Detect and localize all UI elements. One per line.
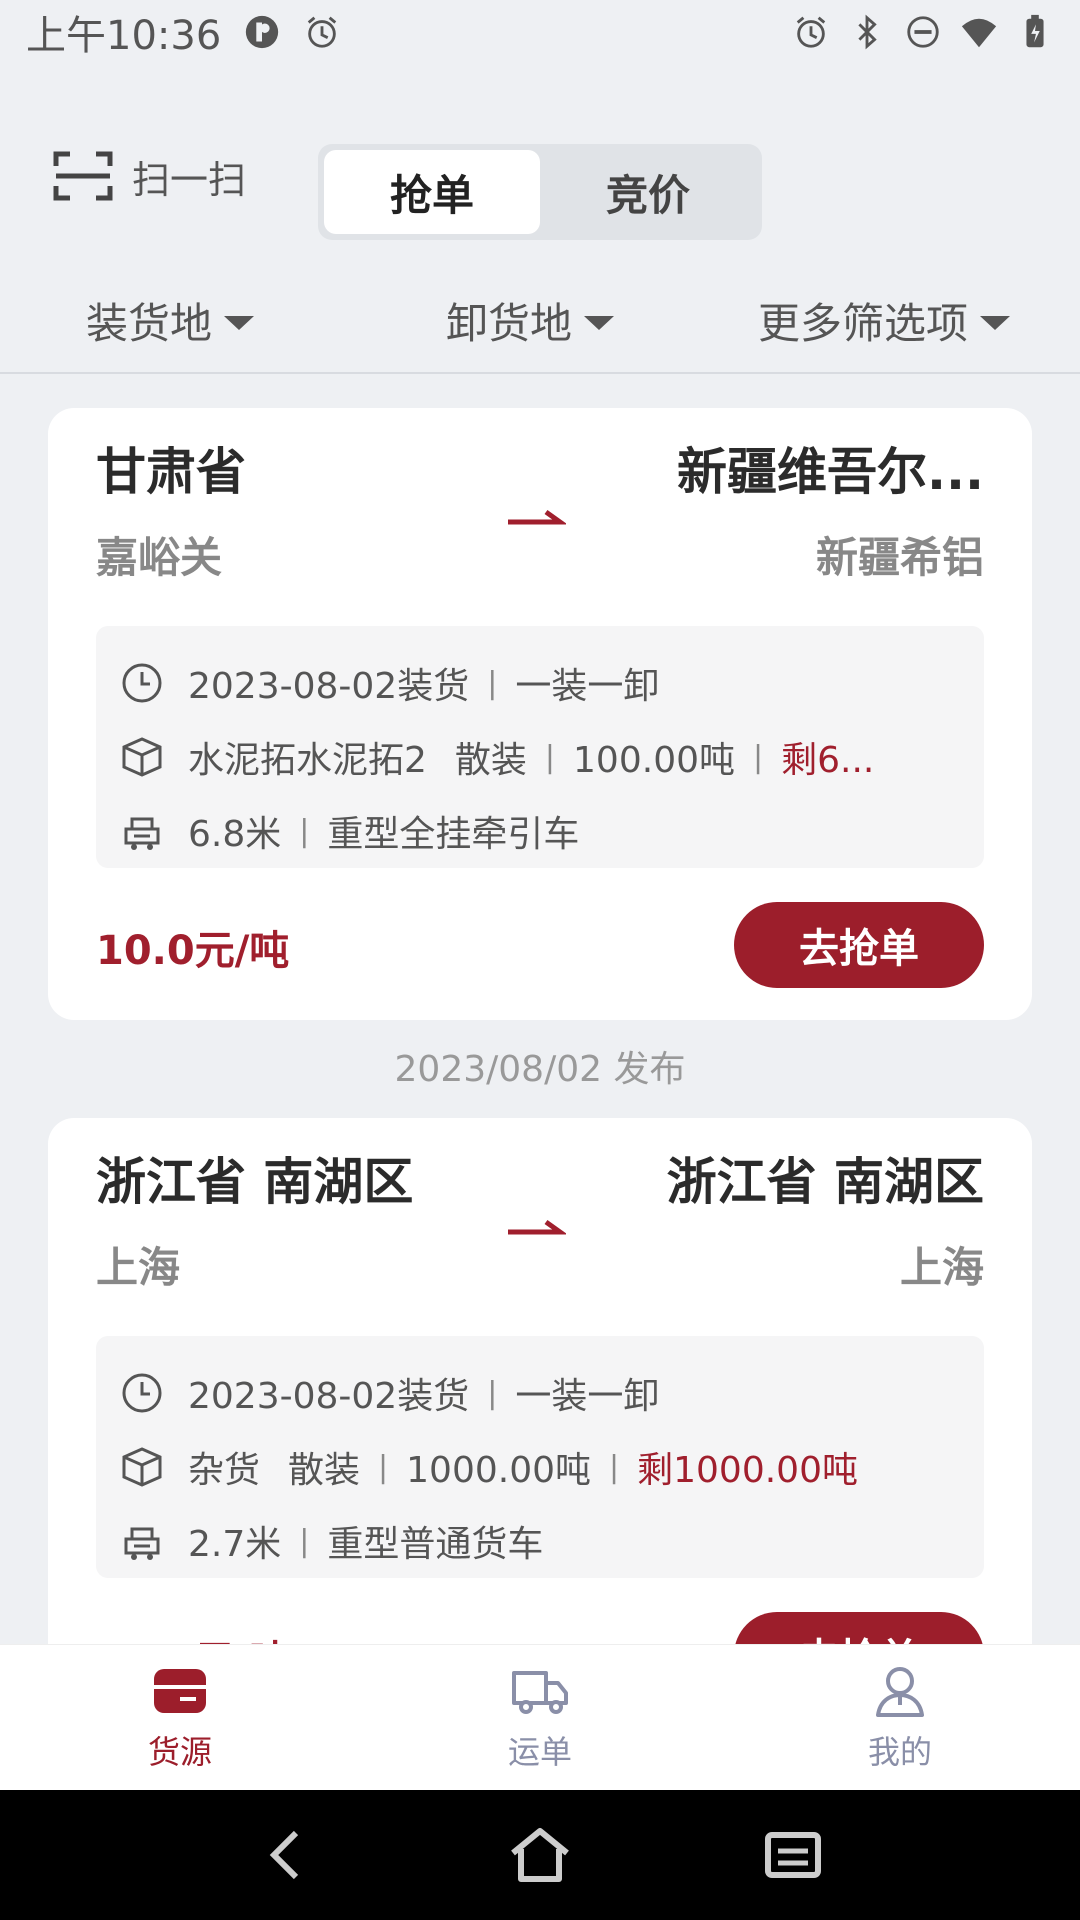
route-arrow-icon <box>508 1219 566 1235</box>
home-icon[interactable] <box>505 1825 575 1885</box>
origin-city: 嘉峪关 <box>96 533 223 582</box>
caret-down-icon <box>980 315 1011 330</box>
goods-row: 杂货 散装 | 1000.00吨 | 剩1000.00吨 <box>120 1430 960 1504</box>
caret-down-icon <box>584 315 615 330</box>
back-icon[interactable] <box>252 1825 322 1885</box>
user-icon <box>876 1666 924 1717</box>
order-details: 2023-08-02装货 | 一装一卸 水泥拓水泥拓2 散装 | 100.00吨… <box>96 626 984 868</box>
goods-row: 水泥拓水泥拓2 散装 | 100.00吨 | 剩6... <box>120 720 960 794</box>
package-icon <box>122 1447 162 1487</box>
scan-label: 扫一扫 <box>132 157 247 202</box>
destination-province: 浙江省 南湖区 <box>666 1153 984 1211</box>
package-icon <box>122 737 162 777</box>
truck-icon <box>512 1670 568 1714</box>
truck-type: 重型普通货车 <box>327 1524 544 1565</box>
tab-cargo-source[interactable]: 货源 <box>0 1645 360 1790</box>
grab-order-button[interactable]: 去抢单 <box>734 1612 984 1644</box>
origin-province: 浙江省 南湖区 <box>96 1153 414 1211</box>
filter-loading-place[interactable]: 装货地 <box>86 290 255 351</box>
remaining-weight: 剩6... <box>781 740 875 781</box>
bottom-tab-bar: 货源 运单 我的 <box>0 1644 1080 1790</box>
bluetooth-icon <box>858 14 877 50</box>
goods-weight: 1000.00吨 <box>406 1450 592 1491</box>
remaining-weight: 剩1000.00吨 <box>637 1450 858 1491</box>
clock-icon <box>122 1373 162 1413</box>
filter-unloading-place[interactable]: 卸货地 <box>446 290 615 351</box>
publish-date: 2023/08/02 发布 <box>394 1049 686 1090</box>
status-time: 上午10:36 <box>26 13 222 59</box>
packing-type: 散装 <box>288 1450 361 1491</box>
loading-time-row: 2023-08-02装货 | 一装一卸 <box>120 1356 960 1430</box>
route: 甘肃省 嘉峪关 新疆维吾尔... 新疆希铝 <box>96 432 984 582</box>
filter-label: 更多筛选项 <box>758 299 969 348</box>
origin: 浙江省 南湖区 上海 <box>96 1142 516 1295</box>
filter-label: 装货地 <box>86 299 213 348</box>
origin: 甘肃省 嘉峪关 <box>96 432 456 585</box>
vehicle-icon <box>124 1527 160 1560</box>
vehicle-icon <box>124 817 160 850</box>
route: 浙江省 南湖区 上海 浙江省 南湖区 上海 <box>96 1142 984 1292</box>
destination-city: 新疆希铝 <box>815 533 984 582</box>
freight-price: 10.0元/吨 <box>96 928 290 974</box>
load-mode: 一装一卸 <box>515 1376 660 1417</box>
recent-apps-icon[interactable] <box>758 1825 828 1885</box>
filter-label: 卸货地 <box>446 299 573 348</box>
wifi-icon <box>961 18 997 48</box>
app-notification-icon <box>246 15 279 49</box>
tab-label: 货源 <box>147 1732 212 1771</box>
goods-weight: 100.00吨 <box>573 740 735 781</box>
load-date: 2023-08-02装货 <box>188 1376 470 1417</box>
order-card[interactable]: 浙江省 南湖区 上海 浙江省 南湖区 上海 2023-08-02装货 | 一装一… <box>48 1118 1032 1644</box>
origin-city: 上海 <box>96 1243 181 1292</box>
goods-name: 杂货 <box>188 1450 261 1491</box>
scan-button[interactable]: 扫一扫 <box>52 148 246 204</box>
truck-type: 重型全挂牵引车 <box>327 814 580 855</box>
tab-grab-order[interactable]: 抢单 <box>324 150 540 234</box>
top-bar: 扫一扫 抢单 竞价 <box>0 140 1080 240</box>
tab-mine[interactable]: 我的 <box>720 1645 1080 1790</box>
truck-length: 6.8米 <box>188 814 282 855</box>
order-type-segment: 抢单 竞价 <box>318 144 762 240</box>
destination-province: 新疆维吾尔... <box>677 443 984 501</box>
filter-bar: 装货地 卸货地 更多筛选项 <box>0 280 1080 374</box>
goods-name: 水泥拓水泥拓2 <box>188 740 427 781</box>
filter-more-options[interactable]: 更多筛选项 <box>758 290 1011 351</box>
status-bar: 上午10:36 <box>0 0 1080 64</box>
vehicle-row: 2.7米 | 重型普通货车 <box>120 1504 960 1578</box>
order-card[interactable]: 甘肃省 嘉峪关 新疆维吾尔... 新疆希铝 2023-08-02装货 | 一装一… <box>48 408 1032 1020</box>
vehicle-row: 6.8米 | 重型全挂牵引车 <box>120 794 960 868</box>
load-mode: 一装一卸 <box>515 666 660 707</box>
grab-order-button[interactable]: 去抢单 <box>734 902 984 988</box>
caret-down-icon <box>224 315 255 330</box>
packing-type: 散装 <box>454 740 527 781</box>
load-date: 2023-08-02装货 <box>188 666 470 707</box>
route-arrow-icon <box>508 509 566 525</box>
scan-icon <box>53 151 113 201</box>
clock-icon <box>122 663 162 703</box>
do-not-disturb-icon <box>907 16 939 48</box>
alarm-icon <box>796 16 826 48</box>
order-details: 2023-08-02装货 | 一装一卸 杂货 散装 | 1000.00吨 | 剩… <box>96 1336 984 1578</box>
alarm-icon <box>308 16 337 48</box>
tab-label: 我的 <box>867 1732 932 1771</box>
cargo-source-icon <box>154 1668 206 1713</box>
tab-bidding[interactable]: 竞价 <box>540 150 756 234</box>
battery-icon <box>1026 14 1044 48</box>
order-list[interactable]: 甘肃省 嘉峪关 新疆维吾尔... 新疆希铝 2023-08-02装货 | 一装一… <box>0 376 1080 1644</box>
freight-price: 10.0元/吨 <box>96 1628 289 1644</box>
loading-time-row: 2023-08-02装货 | 一装一卸 <box>120 646 960 720</box>
destination: 浙江省 南湖区 上海 <box>624 1142 984 1295</box>
tab-waybill[interactable]: 运单 <box>360 1645 720 1790</box>
tab-label: 运单 <box>507 1732 572 1771</box>
truck-length: 2.7米 <box>188 1524 282 1565</box>
destination-city: 上海 <box>899 1243 984 1292</box>
destination: 新疆维吾尔... 新疆希铝 <box>624 432 984 585</box>
origin-province: 甘肃省 <box>96 443 246 501</box>
system-nav-bar <box>0 1790 1080 1920</box>
